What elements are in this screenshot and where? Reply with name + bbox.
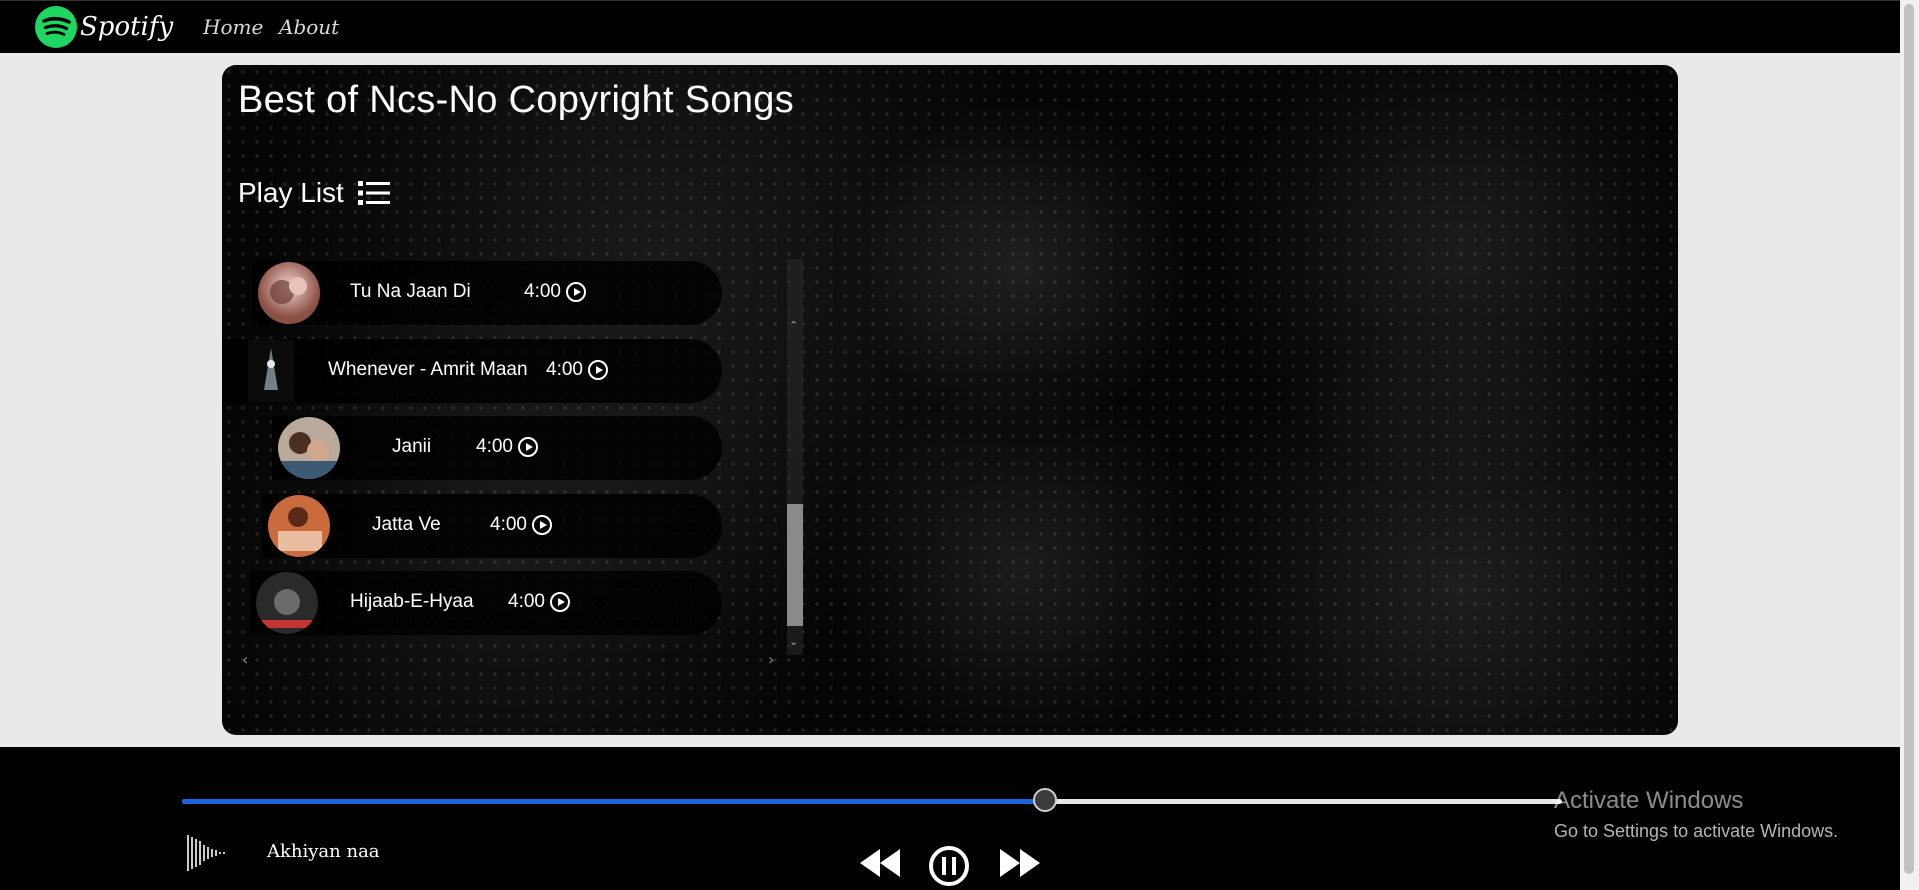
next-icon[interactable] xyxy=(998,847,1042,879)
song-duration: 4:00 xyxy=(508,591,545,612)
song-item[interactable]: Jatta Ve 4:00 xyxy=(262,494,722,558)
song-title: Hijaab-E-Hyaa xyxy=(350,591,474,612)
playlist-card: Best of Ncs-No Copyright Songs Play List… xyxy=(222,65,1678,735)
song-duration: 4:00 xyxy=(490,514,527,535)
previous-icon[interactable] xyxy=(858,847,902,879)
song-cover xyxy=(268,495,330,557)
play-icon[interactable] xyxy=(518,437,538,457)
song-cover xyxy=(248,340,294,402)
nav-link-about[interactable]: About xyxy=(279,15,339,39)
activate-windows-subtitle: Go to Settings to activate Windows. xyxy=(1554,821,1839,841)
progress-fill xyxy=(182,799,1045,804)
play-icon[interactable] xyxy=(550,592,570,612)
song-title: Tu Na Jaan Di xyxy=(350,281,471,302)
song-duration: 4:00 xyxy=(524,281,561,302)
scroll-right-icon[interactable]: › xyxy=(768,650,774,669)
player-bar: Akhiyan naa Activate Windows Go to Setti… xyxy=(0,747,1900,890)
brand-name: Spotify xyxy=(80,12,174,42)
song-title: Whenever - Amrit Maan xyxy=(328,359,528,380)
progress-bar[interactable] xyxy=(182,788,1562,812)
play-icon[interactable] xyxy=(566,282,586,302)
song-title: Jatta Ve xyxy=(372,514,441,535)
page-scrollbar[interactable] xyxy=(1900,0,1919,890)
waveform-icon xyxy=(187,835,225,871)
song-cover xyxy=(256,572,318,634)
song-title: Janii xyxy=(392,436,432,457)
scroll-up-icon[interactable]: ⌃ xyxy=(789,319,798,332)
song-duration: 4:00 xyxy=(546,359,583,380)
song-cover xyxy=(278,417,340,479)
scroll-left-icon[interactable]: ‹ xyxy=(242,650,248,669)
scroll-down-icon[interactable]: ⌄ xyxy=(789,635,798,648)
scrollbar-thumb[interactable] xyxy=(787,504,803,626)
windows-activation-watermark: Activate Windows Go to Settings to activ… xyxy=(1554,787,1838,842)
nav-link-home[interactable]: Home xyxy=(203,15,263,39)
play-icon[interactable] xyxy=(588,360,608,380)
song-duration: 4:00 xyxy=(476,436,513,457)
activate-windows-title: Activate Windows xyxy=(1554,787,1744,814)
song-item[interactable]: Whenever - Amrit Maan 4:00 xyxy=(222,339,722,403)
play-icon[interactable] xyxy=(532,515,552,535)
list-icon xyxy=(357,181,390,205)
page-title: Best of Ncs-No Copyright Songs xyxy=(238,79,795,121)
progress-handle[interactable] xyxy=(1032,788,1057,812)
spotify-logo-icon xyxy=(35,6,77,48)
playlist-scrollbar[interactable]: ⌃ ⌄ xyxy=(785,259,805,655)
pause-icon[interactable] xyxy=(928,845,970,887)
playlist-heading-label: Play List xyxy=(238,177,344,208)
song-item[interactable]: Hijaab-E-Hyaa 4:00 xyxy=(250,571,722,635)
song-item[interactable]: Janii 4:00 xyxy=(272,416,722,480)
song-item[interactable]: Tu Na Jaan Di 4:00 xyxy=(252,261,722,325)
now-playing-title: Akhiyan naa xyxy=(267,841,380,862)
brand[interactable]: Spotify xyxy=(34,5,173,49)
song-cover xyxy=(258,262,320,324)
navbar: Spotify Home About xyxy=(0,0,1900,53)
playlist-heading: Play List xyxy=(238,177,390,209)
page-scrollbar-thumb[interactable] xyxy=(1904,4,1914,874)
